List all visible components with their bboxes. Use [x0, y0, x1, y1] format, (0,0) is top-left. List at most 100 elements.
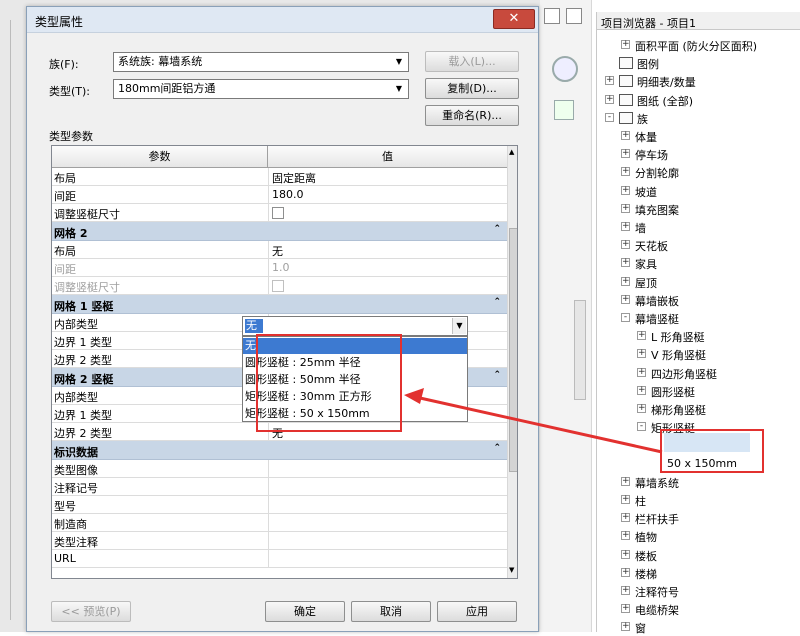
- expand-icon[interactable]: +: [637, 331, 646, 341]
- expand-icon[interactable]: +: [621, 185, 630, 195]
- parameter-row[interactable]: 类型图像: [52, 460, 507, 478]
- group-label: 网格 2 竖梃: [54, 373, 114, 386]
- group-label: 网格 2: [54, 227, 88, 240]
- preview-button[interactable]: << 预览(P): [51, 601, 131, 622]
- tree-node-label: 家具: [635, 258, 657, 272]
- apply-button[interactable]: 应用: [437, 601, 517, 622]
- parameter-row[interactable]: 注释记号: [52, 478, 507, 496]
- expand-icon[interactable]: +: [621, 567, 630, 577]
- tree-node-label: 植物: [635, 531, 657, 545]
- close-view-icon[interactable]: [566, 8, 582, 24]
- collapse-icon[interactable]: -: [605, 112, 614, 122]
- tree-node-label: 停车场: [635, 149, 668, 163]
- load-button[interactable]: 载入(L)...: [425, 51, 519, 72]
- family-select[interactable]: 系统族: 幕墙系统 ▼: [113, 52, 409, 72]
- expand-icon[interactable]: +: [621, 222, 630, 231]
- rename-button[interactable]: 重命名(R)...: [425, 105, 519, 126]
- tree-node-label: 柱: [635, 495, 646, 508]
- interior-type-select[interactable]: 无 ▼: [242, 316, 468, 336]
- expand-icon[interactable]: +: [621, 276, 630, 286]
- family-value: 系统族: 幕墙系统: [118, 55, 203, 68]
- parameter-row[interactable]: 间距 1.0: [52, 259, 507, 277]
- parameter-row[interactable]: 调整竖梃尺寸: [52, 204, 507, 222]
- collapse-icon[interactable]: ⌃: [493, 443, 501, 453]
- expand-icon[interactable]: +: [621, 622, 630, 632]
- tree-node-label: 楼梯: [635, 567, 657, 581]
- parameter-row[interactable]: 调整竖梃尺寸: [52, 277, 507, 295]
- expand-icon[interactable]: +: [637, 349, 646, 359]
- parameter-row[interactable]: 制造商: [52, 514, 507, 532]
- parameter-name: 布局: [54, 172, 76, 185]
- group-header[interactable]: 标识数据 ⌃: [52, 441, 507, 460]
- collapse-icon[interactable]: -: [621, 313, 630, 322]
- expand-icon[interactable]: +: [621, 604, 630, 614]
- parameter-row[interactable]: 间距 180.0: [52, 186, 507, 204]
- expand-icon[interactable]: +: [621, 240, 630, 250]
- expand-icon[interactable]: +: [621, 203, 630, 213]
- navigation-bar: [540, 0, 592, 632]
- collapse-icon[interactable]: ⌃: [493, 370, 501, 380]
- parameter-name: 布局: [54, 245, 76, 258]
- grid-scrollbar[interactable]: ▲ ▼: [507, 146, 517, 578]
- tree-node-label: 楼板: [635, 549, 657, 563]
- scroll-down-icon[interactable]: ▼: [509, 566, 514, 574]
- tree-node-label: 幕墙系统: [635, 476, 679, 490]
- tree-node-label: 族: [637, 112, 648, 126]
- expand-icon[interactable]: +: [605, 94, 614, 104]
- tree-node-label: 幕墙嵌板: [635, 294, 679, 308]
- tree-node-label: 幕墙竖梃: [635, 313, 679, 326]
- parameter-row[interactable]: 型号: [52, 496, 507, 514]
- parameter-row[interactable]: 布局 固定距离: [52, 168, 507, 186]
- expand-icon[interactable]: +: [621, 40, 630, 49]
- tree-node-label: 图纸 (全部): [637, 94, 694, 108]
- expand-icon[interactable]: +: [621, 294, 630, 304]
- collapse-icon[interactable]: -: [637, 422, 646, 432]
- expand-icon[interactable]: +: [605, 76, 614, 86]
- expand-icon[interactable]: +: [621, 531, 630, 541]
- type-value: 180mm间距铝方通: [118, 82, 216, 95]
- parameter-row[interactable]: 类型注释: [52, 532, 507, 550]
- tree-node-label: 窗: [635, 622, 646, 636]
- expand-icon[interactable]: +: [621, 258, 630, 268]
- group-label: 网格 1 竖梃: [54, 300, 114, 313]
- zoom-icon[interactable]: [554, 100, 574, 120]
- collapse-icon[interactable]: ⌃: [493, 297, 501, 307]
- expand-icon[interactable]: +: [621, 513, 630, 523]
- chevron-down-icon: ▼: [395, 57, 403, 66]
- tree-node-label: 分割轮廓: [635, 167, 679, 181]
- expand-icon[interactable]: +: [621, 167, 630, 177]
- parameter-name: 间距: [54, 190, 76, 203]
- cancel-button[interactable]: 取消: [351, 601, 431, 622]
- expand-icon[interactable]: +: [637, 404, 646, 413]
- expand-icon[interactable]: +: [621, 131, 630, 140]
- view-scrollbar[interactable]: [574, 300, 586, 400]
- param-column-header: 参数: [52, 146, 268, 168]
- parameter-name: 调整竖梃尺寸: [54, 208, 120, 221]
- tree-node-label: 栏杆扶手: [635, 513, 679, 527]
- checkbox[interactable]: [272, 280, 284, 292]
- expand-icon[interactable]: +: [621, 495, 630, 504]
- restore-icon[interactable]: [544, 8, 560, 24]
- type-select[interactable]: 180mm间距铝方通 ▼: [113, 79, 409, 99]
- expand-icon[interactable]: +: [621, 149, 630, 159]
- expand-icon[interactable]: +: [621, 476, 630, 486]
- ok-button[interactable]: 确定: [265, 601, 345, 622]
- copy-button[interactable]: 复制(D)...: [425, 78, 519, 99]
- parameter-row[interactable]: URL: [52, 550, 507, 568]
- steering-wheel-icon[interactable]: [552, 56, 578, 82]
- scroll-thumb[interactable]: [509, 228, 517, 472]
- group-header[interactable]: 网格 2 ⌃: [52, 222, 507, 241]
- group-header[interactable]: 网格 1 竖梃 ⌃: [52, 295, 507, 314]
- expand-icon[interactable]: +: [621, 586, 630, 595]
- chevron-down-icon[interactable]: ▼: [452, 318, 466, 334]
- view-type-icon: [619, 57, 633, 70]
- collapse-icon[interactable]: ⌃: [493, 224, 501, 234]
- value-column-header: 值: [382, 150, 393, 163]
- close-button[interactable]: ✕: [493, 9, 535, 29]
- expand-icon[interactable]: +: [637, 385, 646, 395]
- scroll-up-icon[interactable]: ▲: [509, 148, 514, 156]
- expand-icon[interactable]: +: [621, 549, 630, 559]
- expand-icon[interactable]: +: [637, 367, 646, 377]
- checkbox[interactable]: [272, 207, 284, 219]
- parameter-row[interactable]: 布局 无: [52, 241, 507, 259]
